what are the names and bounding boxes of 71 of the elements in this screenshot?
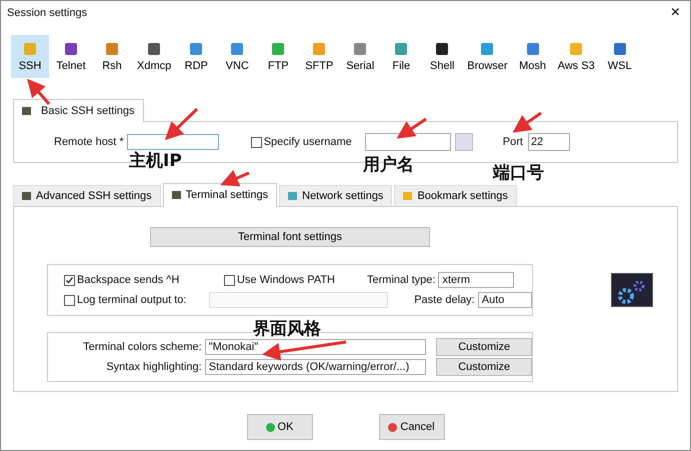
field-label: Terminal type: <box>367 274 436 286</box>
protocol-icon <box>313 43 326 55</box>
dropdown[interactable]: "Monokai" <box>204 339 426 355</box>
font-settings-button[interactable]: Terminal font settings <box>150 227 430 247</box>
key-icon <box>22 107 31 115</box>
field-label: Port <box>502 136 523 148</box>
tab[interactable]: Basic SSH settings <box>13 99 144 122</box>
checkbox[interactable]: Use Windows PATH <box>224 274 359 286</box>
spin-field[interactable]: 22 <box>528 133 570 151</box>
session-type-button[interactable]: Mosh <box>514 35 552 78</box>
protocol-icon <box>231 43 244 55</box>
protocol-icon <box>395 43 408 55</box>
tab[interactable]: Bookmark settings <box>394 185 517 206</box>
cancel-button[interactable]: Cancel <box>378 414 444 440</box>
session-type-button[interactable]: Xdmcp <box>134 35 174 78</box>
ok-button[interactable]: OK <box>246 414 312 440</box>
session-type-button[interactable]: Aws S3 <box>554 35 598 78</box>
protocol-icon <box>481 43 494 55</box>
protocol-icon <box>272 43 284 55</box>
annotation-label: 端口号 <box>493 162 544 184</box>
annotation-label: 用户名 <box>363 154 414 176</box>
window-title: Session settings <box>7 7 88 19</box>
session-type-button[interactable]: Telnet <box>52 35 90 78</box>
session-type-button[interactable]: SSH <box>11 35 49 78</box>
field-label: Terminal colors scheme: <box>82 341 202 353</box>
customize-button[interactable]: Customize <box>436 358 532 376</box>
protocol-icon <box>190 43 202 55</box>
session-type-button[interactable]: WSL <box>600 35 639 78</box>
protocol-icon <box>354 43 366 55</box>
annotation-label: 主机IP <box>129 150 182 172</box>
protocol-icon <box>106 43 118 55</box>
annotation-label: 界面风格 <box>253 318 321 340</box>
field-label: Syntax highlighting: <box>105 361 202 373</box>
tab[interactable]: Network settings <box>279 185 392 206</box>
checkbox[interactable]: Log terminal output to: <box>64 294 219 306</box>
input-field[interactable] <box>126 134 219 150</box>
tab[interactable]: Terminal settings <box>162 183 278 207</box>
check-icon <box>65 276 74 284</box>
dropdown[interactable]: Standard keywords (OK/warning/error/...) <box>204 359 426 375</box>
session-type-button[interactable]: FTP <box>259 35 298 78</box>
protocol-icon <box>614 43 626 55</box>
session-type-button[interactable]: Serial <box>341 35 380 78</box>
protocol-icon <box>148 43 160 55</box>
dropdown[interactable]: xterm <box>438 272 514 288</box>
session-type-button[interactable]: RDP <box>177 35 216 78</box>
annotation-arrow <box>27 78 50 105</box>
customize-button[interactable]: Customize <box>436 338 532 356</box>
protocol-icon <box>436 43 448 55</box>
close-button[interactable]: × <box>666 4 684 22</box>
input-field[interactable] <box>364 133 451 151</box>
field-label: Paste delay: <box>414 294 475 306</box>
protocol-icon <box>570 43 582 55</box>
session-type-button[interactable]: Browser <box>464 35 511 78</box>
session-type-button[interactable]: Shell <box>423 35 462 78</box>
annotation-arrow <box>512 112 542 133</box>
settings-icon[interactable] <box>611 273 653 307</box>
annotation-arrow <box>164 108 198 140</box>
annotation-arrow <box>396 118 427 139</box>
checkbox[interactable]: Specify username <box>250 136 352 148</box>
field-label: Remote host * <box>54 136 124 148</box>
session-type-button[interactable]: SFTP <box>300 35 338 78</box>
protocol-icon <box>24 43 36 55</box>
tab[interactable]: Advanced SSH settings <box>13 185 161 206</box>
annotation-arrow <box>220 170 250 186</box>
dropdown[interactable]: Auto <box>478 292 532 308</box>
session-type-button[interactable]: Rsh <box>93 35 131 78</box>
checkbox[interactable]: Backspace sends ^H <box>64 274 224 286</box>
protocol-icon <box>65 43 77 55</box>
session-type-button[interactable]: File <box>382 35 420 78</box>
protocol-icon <box>526 43 539 55</box>
session-type-button[interactable]: VNC <box>218 35 256 78</box>
